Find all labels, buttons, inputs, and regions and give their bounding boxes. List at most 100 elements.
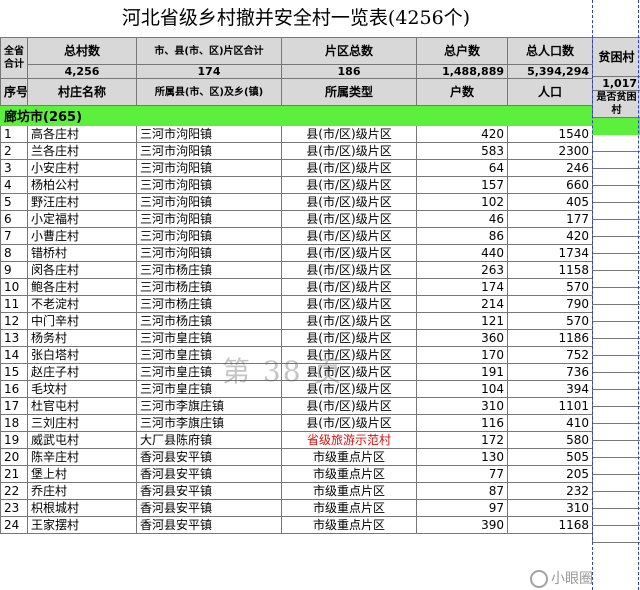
row-no: 24 [0, 516, 28, 534]
table-row: 9 闵各庄村 三河市杨庄镇 县(市/区)级片区 263 1158 [0, 261, 593, 279]
row-households: 104 [416, 380, 508, 398]
row-type: 县(市/区)级片区 [281, 159, 417, 177]
row-population: 1101 [507, 397, 593, 415]
poor-row [592, 338, 640, 356]
row-no: 3 [0, 159, 28, 177]
row-village: 中门辛村 [27, 312, 137, 330]
row-town: 香河县安平镇 [136, 448, 282, 466]
poor-row [592, 321, 640, 339]
header-total-villages: 总村数 [27, 37, 137, 65]
poor-row [592, 355, 640, 373]
header-population-total: 总人口数 [507, 37, 593, 65]
col-header-area-type: 所属类型 [281, 78, 417, 106]
row-population: 205 [507, 465, 593, 483]
table-row: 11 不老淀村 三河市杨庄镇 县(市/区)级片区 214 790 [0, 295, 593, 313]
poor-row [592, 474, 640, 492]
col-header-population: 人口 [507, 78, 593, 106]
region-label: 廊坊市(265) [0, 105, 593, 126]
row-population: 405 [507, 193, 593, 211]
row-no: 21 [0, 465, 28, 483]
row-type: 县(市/区)级片区 [281, 414, 417, 432]
row-no: 18 [0, 414, 28, 432]
table-row: 19 威武屯村 大厂县陈府镇 省级旅游示范村 172 580 [0, 431, 593, 449]
row-village: 毛坟村 [27, 380, 137, 398]
row-town: 三河市李旗庄镇 [136, 414, 282, 432]
row-no: 4 [0, 176, 28, 194]
table-row: 24 王家摆村 香河县安平镇 市级重点片区 390 1168 [0, 516, 593, 534]
row-village: 小安庄村 [27, 159, 137, 177]
row-no: 2 [0, 142, 28, 160]
poor-row [592, 406, 640, 424]
row-town: 三河市泃阳镇 [136, 244, 282, 262]
row-no: 9 [0, 261, 28, 279]
row-town: 三河市泃阳镇 [136, 193, 282, 211]
spreadsheet: 河北省级乡村撤并安全村一览表(4256个) 全省合计 总村数 市、县(市、区)片… [0, 0, 640, 590]
row-village: 乔庄村 [27, 482, 137, 500]
row-type: 县(市/区)级片区 [281, 142, 417, 160]
row-village: 不老淀村 [27, 295, 137, 313]
region-row: 廊坊市(265) [0, 105, 593, 126]
row-village: 王家摆村 [27, 516, 137, 534]
row-type: 县(市/区)级片区 [281, 278, 417, 296]
value-county-total: 174 [136, 64, 282, 79]
row-households: 310 [416, 397, 508, 415]
col-header-poor: 是否贫困村 [592, 90, 640, 118]
col-header-county-town: 所属县(市、区)及乡(镇) [136, 78, 282, 106]
row-village: 张白塔村 [27, 346, 137, 364]
region-row-poor-cell [592, 117, 640, 135]
row-type: 市级重点片区 [281, 482, 417, 500]
column-header-row: 序号 村庄名称 所属县(市、区)及乡(镇) 所属类型 户数 人口 [0, 78, 593, 106]
row-population: 1158 [507, 261, 593, 279]
poor-row [592, 491, 640, 509]
row-town: 香河县安平镇 [136, 499, 282, 517]
row-village: 陈辛庄村 [27, 448, 137, 466]
table-body: 1 高各庄村 三河市泃阳镇 县(市/区)级片区 420 1540 2 兰各庄村 三河市泃阳镇 县(… [0, 125, 593, 534]
row-village: 杨柏公村 [27, 176, 137, 194]
header-poor-villages: 贫困村 [592, 37, 640, 77]
row-no: 19 [0, 431, 28, 449]
row-type: 县(市/区)级片区 [281, 176, 417, 194]
row-village: 小定福村 [27, 210, 137, 228]
row-households: 87 [416, 482, 508, 500]
row-poor [592, 168, 640, 186]
table-row: 4 杨柏公村 三河市泃阳镇 县(市/区)级片区 157 660 [0, 176, 593, 194]
header-households-total: 总户数 [416, 37, 508, 65]
row-households: 263 [416, 261, 508, 279]
row-households: 191 [416, 363, 508, 381]
row-village: 威武屯村 [27, 431, 137, 449]
row-village: 堡上村 [27, 465, 137, 483]
row-town: 三河市杨庄镇 [136, 261, 282, 279]
value-households-total: 1,488,889 [416, 64, 508, 79]
row-population: 790 [507, 295, 593, 313]
row-poor [592, 287, 640, 305]
row-village: 错桥村 [27, 244, 137, 262]
row-population: 232 [507, 482, 593, 500]
row-village: 闵各庄村 [27, 261, 137, 279]
value-area-total: 186 [281, 64, 417, 79]
table-row: 13 杨务村 三河市皇庄镇 县(市/区)级片区 360 1186 [0, 329, 593, 347]
row-poor [592, 304, 640, 322]
row-poor [592, 440, 640, 458]
row-type: 市级重点片区 [281, 516, 417, 534]
row-poor [592, 338, 640, 356]
table-row: 12 中门辛村 三河市杨庄镇 县(市/区)级片区 121 570 [0, 312, 593, 330]
row-type: 省级旅游示范村 [281, 431, 417, 449]
row-households: 77 [416, 465, 508, 483]
row-poor [592, 219, 640, 237]
row-poor [592, 151, 640, 169]
row-households: 130 [416, 448, 508, 466]
poor-row [592, 253, 640, 271]
row-population: 570 [507, 312, 593, 330]
row-population: 660 [507, 176, 593, 194]
table-row: 7 小曹庄村 三河市泃阳镇 县(市/区)级片区 86 420 [0, 227, 593, 245]
poor-row [592, 270, 640, 288]
header-area-total: 片区总数 [281, 37, 417, 65]
poor-row [592, 304, 640, 322]
row-type: 县(市/区)级片区 [281, 329, 417, 347]
row-no: 7 [0, 227, 28, 245]
row-poor [592, 253, 640, 271]
row-type: 县(市/区)级片区 [281, 193, 417, 211]
table-row: 6 小定福村 三河市泃阳镇 县(市/区)级片区 46 177 [0, 210, 593, 228]
table-row: 23 枳根城村 香河县安平镇 市级重点片区 97 310 [0, 499, 593, 517]
table-row: 20 陈辛庄村 香河县安平镇 市级重点片区 130 505 [0, 448, 593, 466]
